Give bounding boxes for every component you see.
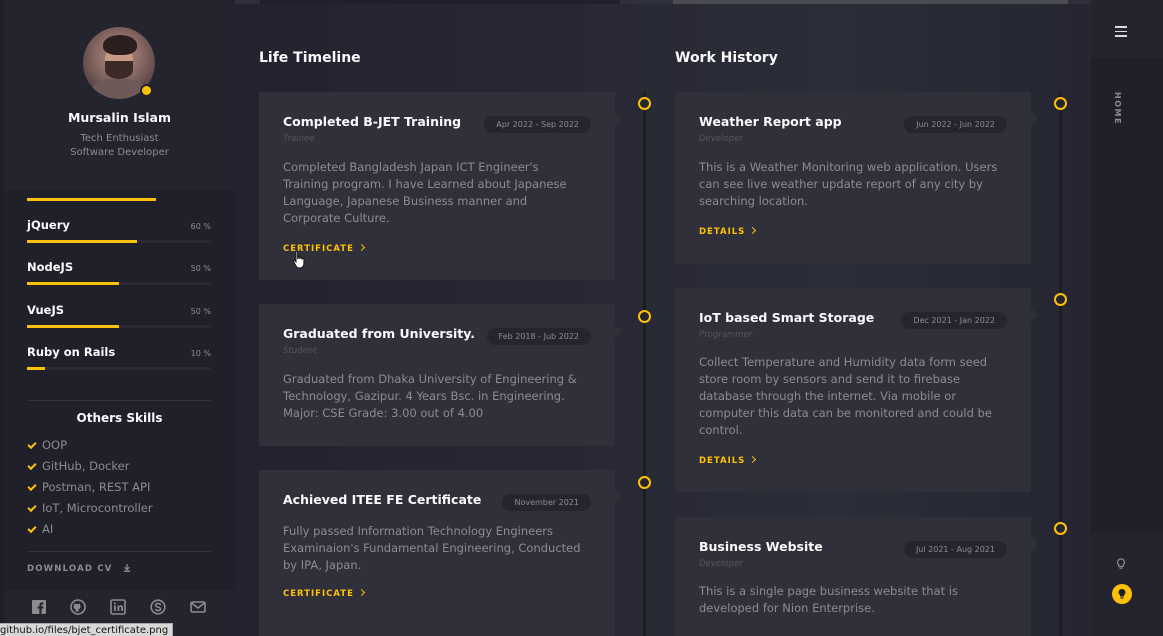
skill-label: Ruby on Rails [27,345,116,359]
mail-icon[interactable] [190,599,206,615]
card-body: This is a Weather Monitoring web applica… [699,160,998,208]
download-cv-link[interactable]: DOWNLOAD CV [27,563,131,574]
chevron-right-icon [357,243,365,252]
online-status-dot [140,84,153,97]
card-body: Completed Bangladesh Japan ICT Engineer'… [283,160,567,225]
chevron-right-icon [357,588,365,597]
check-icon [27,460,37,471]
timeline-dot [1054,522,1067,535]
skill-fill [27,367,46,370]
certificate-link[interactable]: CERTIFICATE [283,588,365,599]
light-bulb-icon[interactable] [1116,558,1126,570]
skill-bar-partial [27,198,156,201]
others-skills-title: Others Skills [76,411,163,425]
skype-icon[interactable] [150,599,166,615]
download-icon [123,564,130,572]
current-section-label: HOME [1113,92,1122,125]
card-title: Graduated from University. [283,326,476,341]
date-badge: Jun 2022 - Jun 2022 [904,116,1007,133]
card-subtitle: Developer [699,559,743,569]
card-subtitle: Student [283,346,317,356]
dark-bulb-icon [1118,588,1126,599]
github-icon[interactable] [70,599,86,615]
sidebar: Mursalin Islam Tech Enthusiast Software … [4,0,235,636]
timeline-dot [638,476,651,489]
menu-area [1091,0,1163,58]
date-badge: Feb 2018 - Jub 2022 [486,328,591,345]
date-badge: Jul 2021 - Aug 2021 [903,541,1007,558]
card-title: Completed B-JET Training [283,114,462,129]
skill-label: VueJS [27,303,65,317]
skill-fill [27,325,119,328]
list-item: IoT, Microcontroller [27,501,153,522]
timeline-line [643,92,646,636]
skill-percent: 50 % [190,264,211,273]
chevron-right-icon [749,455,757,464]
date-badge: Dec 2021 - Jan 2022 [901,312,1007,329]
profile-name: Mursalin Islam [67,110,172,125]
card-body: Graduated from Dhaka University of Engin… [283,372,577,420]
hand-cursor-icon [292,250,305,269]
timeline-line [1059,92,1062,636]
skill-track [27,325,211,328]
skill-fill [27,240,138,243]
skill-fill [27,282,119,285]
timeline-dot [638,97,651,110]
details-link[interactable]: DETAILS [699,455,757,466]
hamburger-menu-icon[interactable] [1115,26,1127,40]
card-title: Weather Report app [699,114,842,129]
skill-track [27,240,211,243]
status-bar-url: github.io/files/bjet_certificate.png [0,623,174,636]
facebook-icon[interactable] [31,599,47,615]
card-title: Business Website [699,539,823,554]
timeline-card: Achieved ITEE FE Certificate November 20… [259,470,622,636]
timeline-dot [1054,97,1067,110]
card-title: IoT based Smart Storage [699,310,875,325]
date-badge: November 2021 [502,494,591,511]
life-timeline-title: Life Timeline [259,50,361,66]
card-subtitle: Programmer [699,330,753,340]
work-card: Weather Report app Jun 2022 - Jun 2022 D… [675,92,1038,264]
profile-role: Software Developer [70,147,169,158]
list-item: Postman, REST API [27,480,153,501]
skill-label: NodeJS [27,260,74,274]
chevron-right-icon [749,226,757,235]
card-title: Achieved ITEE FE Certificate [283,492,482,507]
theme-toggle-button[interactable] [1112,584,1132,604]
right-rail: HOME [1091,0,1163,636]
work-card: IoT based Smart Storage Dec 2021 - Jan 2… [675,288,1038,492]
divider [27,551,211,552]
divider [27,400,211,401]
card-subtitle: Developer [699,134,743,144]
linkedin-icon[interactable] [110,599,126,615]
date-badge: Apr 2022 - Sep 2022 [484,116,591,133]
check-icon [27,502,37,513]
list-item: AI [27,522,153,543]
check-icon [27,481,37,492]
work-card: Business Website Jul 2021 - Aug 2021 Dev… [675,517,1038,636]
check-icon [27,439,37,450]
timeline-card: Completed B-JET Training Apr 2022 - Sep … [259,92,622,280]
work-history-title: Work History [675,50,778,66]
list-item: GitHub, Docker [27,459,153,480]
skill-percent: 10 % [190,349,211,358]
skill-percent: 60 % [190,222,211,231]
card-subtitle: Trainee [283,134,315,144]
timeline-dot [638,310,651,323]
profile-role: Tech Enthusiast [80,133,159,144]
card-body: Collect Temperature and Humidity data fo… [699,355,992,437]
skill-percent: 50 % [190,307,211,316]
others-skills-list: OOP GitHub, Docker Postman, REST API IoT… [27,438,153,543]
card-body: This is a single page business website t… [699,584,958,615]
card-body: Fully passed Information Technology Engi… [283,524,581,572]
check-icon [27,523,37,534]
timeline-card: Graduated from University. Feb 2018 - Ju… [259,304,622,446]
skill-track [27,282,211,285]
profile-card: Mursalin Islam Tech Enthusiast Software … [4,0,235,190]
timeline-dot [1054,293,1067,306]
skill-label: jQuery [27,218,70,232]
details-link[interactable]: DETAILS [699,226,757,237]
skill-track [27,367,211,370]
list-item: OOP [27,438,153,459]
